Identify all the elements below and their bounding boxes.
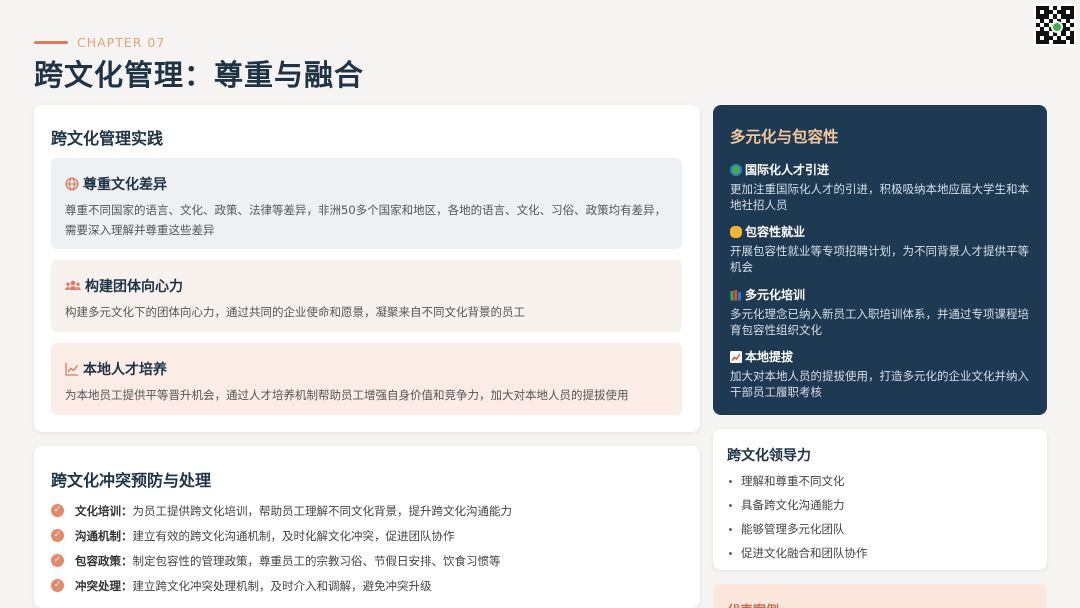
bullet-icon: [729, 503, 732, 507]
diversity-item: 国际化人才引进 更加注重国际化人才的引进，积极吸纳本地应届大学生和本地社招人员: [730, 161, 1035, 213]
bullet-icon: [729, 527, 732, 531]
practice-item-talent: 本地人才培养 为本地员工提供平等晋升机会，通过人才培养机制帮助员工增强自身价值和…: [51, 343, 682, 415]
conflict-title: 跨文化冲突预防与处理: [51, 471, 212, 490]
item-key: 沟通机制：: [75, 528, 133, 543]
item-text: 为员工提供跨文化培训，帮助员工理解不同文化背景，提升跨文化沟通能力: [132, 503, 513, 518]
diversity-item: 包容性就业 开展包容性就业等专项招聘计划，为不同背景人才提供平等机会: [730, 223, 1035, 275]
bullet-icon: [729, 551, 732, 555]
practice-item-respect: 尊重文化差异 尊重不同国家的语言、文化、政策、法律等差异，非洲50多个国家和地区…: [51, 158, 682, 249]
chart-line-icon: [65, 362, 79, 376]
list-item: ✓ 沟通机制： 建立有效的跨文化沟通机制，及时化解文化冲突，促进团队协作: [51, 523, 512, 548]
practice-item-title: 尊重文化差异: [83, 177, 167, 193]
diversity-item-text: 开展包容性就业等专项招聘计划，为不同背景人才提供平等机会: [730, 244, 1029, 274]
list-item-text: 能够管理多元化团队: [741, 522, 845, 536]
practice-item-text: 尊重不同国家的语言、文化、政策、法律等差异，非洲50多个国家和地区，各地的语言、…: [65, 203, 667, 237]
practice-item-cohesion: 构建团体向心力 构建多元文化下的团体向心力，通过共同的企业使命和愿景，凝聚来自不…: [51, 260, 682, 332]
list-item: ✓ 包容政策： 制定包容性的管理政策，尊重员工的宗教习俗、节假日安排、饮食习惯等: [51, 548, 512, 573]
list-item-text: 具备跨文化沟通能力: [741, 498, 845, 512]
list-item-text: 促进文化融合和团队协作: [741, 546, 868, 560]
check-icon: ✓: [51, 579, 64, 592]
page-title: 跨文化管理：尊重与融合: [34, 58, 365, 92]
diversity-item-title: 国际化人才引进: [745, 163, 830, 177]
diversity-item: 本地提拔 加大对本地人员的提拔使用，打造多元化的企业文化并纳入干部员工履职考核: [730, 348, 1035, 400]
case-title: 代表案例: [727, 600, 779, 608]
diversity-card: 多元化与包容性 国际化人才引进 更加注重国际化人才的引进，积极吸纳本地应届大学生…: [713, 105, 1047, 415]
diversity-item-text: 更加注重国际化人才的引进，积极吸纳本地应届大学生和本地社招人员: [730, 182, 1029, 212]
bullet-icon: [729, 479, 732, 483]
leadership-card: 跨文化领导力 理解和尊重不同文化 具备跨文化沟通能力 能够管理多元化团队 促进文…: [713, 429, 1047, 570]
diversity-item-title: 多元化培训: [745, 288, 806, 302]
practice-item-text: 为本地员工提供平等晋升机会，通过人才培养机制帮助员工增强自身价值和竞争力，加大对…: [65, 388, 629, 402]
qr-code-icon: [1034, 4, 1076, 46]
conflict-list: ✓ 文化培训： 为员工提供跨文化培训，帮助员工理解不同文化背景，提升跨文化沟通能…: [51, 498, 512, 598]
leadership-list: 理解和尊重不同文化 具备跨文化沟通能力 能够管理多元化团队 促进文化融合和团队协…: [729, 469, 868, 565]
conflict-card: 跨文化冲突预防与处理 ✓ 文化培训： 为员工提供跨文化培训，帮助员工理解不同文化…: [34, 446, 700, 608]
list-item: ✓ 冲突处理： 建立跨文化冲突处理机制，及时介入和调解，避免冲突升级: [51, 573, 512, 598]
list-item: 促进文化融合和团队协作: [729, 541, 868, 565]
diversity-title: 多元化与包容性: [730, 128, 839, 146]
chapter-label: CHAPTER 07: [77, 35, 166, 50]
item-text: 建立有效的跨文化沟通机制，及时化解文化冲突，促进团队协作: [132, 528, 455, 543]
chapter-accent-line: [34, 41, 68, 44]
qr-logo-icon: [1051, 21, 1063, 33]
list-item: 理解和尊重不同文化: [729, 469, 868, 493]
practice-item-title: 本地人才培养: [83, 362, 167, 378]
diversity-item-text: 加大对本地人员的提拔使用，打造多元化的企业文化并纳入干部员工履职考核: [730, 369, 1029, 399]
practice-card: 跨文化管理实践 尊重文化差异 尊重不同国家的语言、文化、政策、法律等差异，非洲5…: [34, 105, 700, 432]
list-item: ✓ 文化培训： 为员工提供跨文化培训，帮助员工理解不同文化背景，提升跨文化沟通能…: [51, 498, 512, 523]
item-key: 包容政策：: [75, 553, 133, 568]
practice-item-title: 构建团体向心力: [85, 279, 183, 295]
practice-item-text: 构建多元文化下的团体向心力，通过共同的企业使命和愿景，凝聚来自不同文化背景的员工: [65, 305, 525, 319]
list-item-text: 理解和尊重不同文化: [741, 474, 845, 488]
diversity-item-text: 多元化理念已纳入新员工入职培训体系，并通过专项课程培育包容性组织文化: [730, 307, 1029, 337]
diversity-item-title: 包容性就业: [745, 225, 806, 239]
diversity-item-title: 本地提拔: [745, 350, 794, 364]
diversity-item: 多元化培训 多元化理念已纳入新员工入职培训体系，并通过专项课程培育包容性组织文化: [730, 286, 1035, 338]
item-text: 建立跨文化冲突处理机制，及时介入和调解，避免冲突升级: [132, 578, 432, 593]
chart-up-icon: [730, 350, 742, 363]
item-text: 制定包容性的管理政策，尊重员工的宗教习俗、节假日安排、饮食习惯等: [132, 553, 501, 568]
check-icon: ✓: [51, 504, 64, 517]
practice-title: 跨文化管理实践: [51, 129, 164, 148]
item-key: 冲突处理：: [75, 578, 133, 593]
check-icon: ✓: [51, 554, 64, 567]
people-group-icon: [65, 279, 81, 293]
item-key: 文化培训：: [75, 503, 133, 518]
list-item: 能够管理多元化团队: [729, 517, 868, 541]
globe-emoji-icon: [730, 163, 742, 176]
case-card: 代表案例: [713, 584, 1047, 608]
leadership-title: 跨文化领导力: [727, 448, 811, 464]
books-icon: [730, 289, 742, 301]
handshake-icon: [730, 225, 742, 238]
check-icon: ✓: [51, 529, 64, 542]
list-item: 具备跨文化沟通能力: [729, 493, 868, 517]
globe-icon: [65, 177, 79, 191]
